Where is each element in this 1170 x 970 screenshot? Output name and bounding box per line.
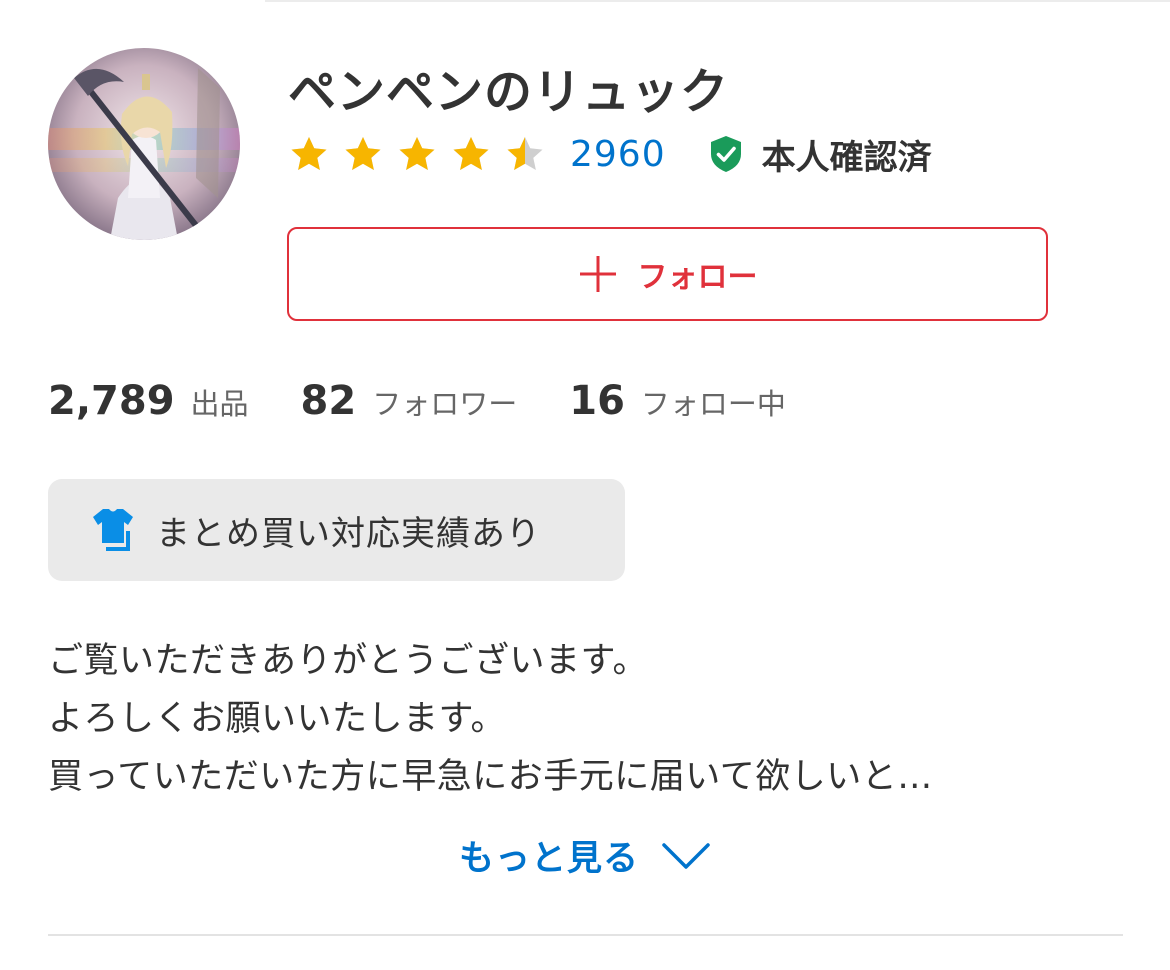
avatar[interactable] xyxy=(48,48,240,240)
shirt-icon xyxy=(93,509,133,551)
chevron-down-icon xyxy=(662,842,710,869)
bio-line: ご覧いただきありがとうございます。 xyxy=(48,641,649,681)
stat-listings[interactable]: 2,789 出品 xyxy=(48,378,249,424)
verified-badge: 本人確認済 xyxy=(708,130,932,179)
follow-label: フォロー xyxy=(637,260,758,295)
star-icon xyxy=(345,137,381,170)
stat-value: 2,789 xyxy=(48,378,175,424)
stat-label: 出品 xyxy=(190,387,249,421)
see-more-link[interactable]: もっと見る xyxy=(0,830,1170,881)
avatar-image xyxy=(48,48,240,240)
star-icon xyxy=(399,137,435,170)
follow-button[interactable]: フォロー xyxy=(287,227,1048,321)
stat-label: フォロー中 xyxy=(640,387,786,421)
bulk-purchase-label: まとめ買い対応実績あり xyxy=(156,513,541,554)
shop-name: ペンペンのリュック xyxy=(288,64,730,120)
bio-line: 買っていただいた方に早急にお手元に届いて欲しいと… xyxy=(48,757,933,797)
star-rating[interactable] xyxy=(290,135,544,173)
bottom-divider xyxy=(48,934,1123,936)
bio-text: ご覧いただきありがとうございます。 よろしくお願いいたします。 買っていただいた… xyxy=(48,632,1128,806)
shield-check-icon xyxy=(710,136,741,172)
stat-followers[interactable]: 82 フォロワー xyxy=(301,378,518,424)
review-count-link[interactable]: 2960 xyxy=(570,134,666,175)
stat-label: フォロワー xyxy=(372,387,518,421)
star-icon xyxy=(453,137,489,170)
stats-row: 2,789 出品 82 フォロワー 16 フォロー中 xyxy=(48,378,786,424)
star-icon xyxy=(507,137,543,170)
star-icon xyxy=(291,137,327,170)
top-border xyxy=(265,0,1170,2)
verified-label: 本人確認済 xyxy=(761,137,932,178)
see-more-label: もっと見る xyxy=(458,839,639,879)
bulk-purchase-badge: まとめ買い対応実績あり xyxy=(48,479,625,581)
plus-icon xyxy=(579,256,616,292)
rating-row: 2960 本人確認済 xyxy=(290,130,932,178)
stat-value: 16 xyxy=(569,378,625,424)
stat-value: 82 xyxy=(300,378,357,424)
bio-line: よろしくお願いいたします。 xyxy=(48,699,507,739)
stat-following[interactable]: 16 フォロー中 xyxy=(569,378,786,424)
